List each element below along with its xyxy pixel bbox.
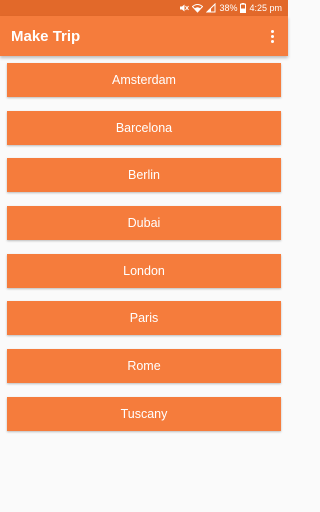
more-vert-icon[interactable] <box>260 16 284 56</box>
city-list: Amsterdam Barcelona Berlin Dubai London … <box>7 63 281 445</box>
battery-icon <box>240 2 247 14</box>
status-bar: 38% 4:25 pm <box>0 0 288 16</box>
city-button-london[interactable]: London <box>7 253 281 288</box>
battery-percent: 38% <box>219 3 238 13</box>
menu-dot <box>270 29 274 33</box>
city-button-rome[interactable]: Rome <box>7 349 281 384</box>
city-button-berlin[interactable]: Berlin <box>7 158 281 193</box>
city-button-dubai[interactable]: Dubai <box>7 206 281 241</box>
menu-dot <box>270 34 274 38</box>
app-bar: Make Trip <box>0 16 288 56</box>
city-button-tuscany[interactable]: Tuscany <box>7 396 281 431</box>
menu-dot <box>270 39 274 43</box>
wifi-icon <box>192 2 204 14</box>
city-button-paris[interactable]: Paris <box>7 301 281 336</box>
mute-icon <box>179 2 190 14</box>
signal-icon <box>206 2 216 14</box>
city-button-barcelona[interactable]: Barcelona <box>7 110 281 145</box>
city-button-amsterdam[interactable]: Amsterdam <box>7 63 281 97</box>
clock: 4:25 pm <box>249 3 282 13</box>
app-title: Make Trip <box>11 27 81 45</box>
